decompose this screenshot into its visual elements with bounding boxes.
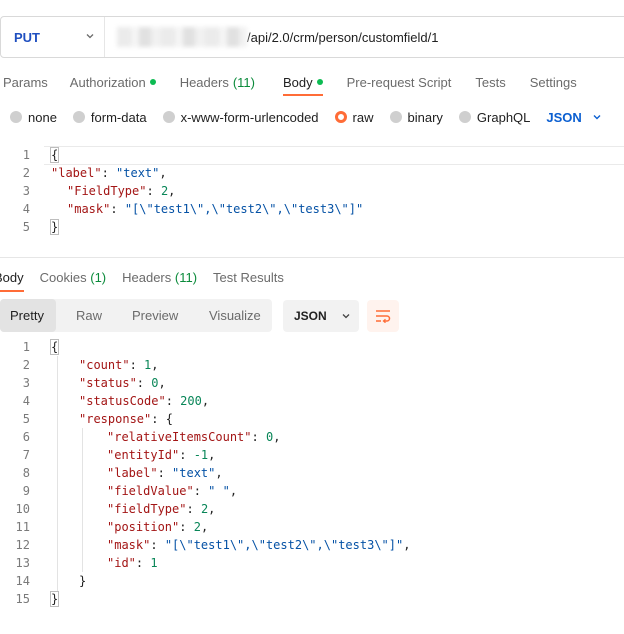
code-line: { bbox=[49, 147, 60, 163]
wrap-lines-button[interactable] bbox=[367, 300, 399, 332]
tab-response-body[interactable]: Body bbox=[0, 270, 24, 292]
code-line: "fieldValue": " ", bbox=[107, 484, 238, 498]
indent-guide bbox=[57, 356, 58, 592]
method-select[interactable]: PUT bbox=[1, 17, 105, 57]
radio-none[interactable]: none bbox=[10, 110, 57, 125]
line-number: 3 bbox=[22, 376, 30, 390]
tab-body[interactable]: Body bbox=[282, 75, 323, 96]
view-visualize[interactable]: Visualize bbox=[198, 299, 272, 332]
radio-circle bbox=[162, 111, 175, 123]
code-line: { bbox=[49, 339, 60, 355]
line-number: 4 bbox=[22, 394, 30, 408]
line-number: 2 bbox=[22, 358, 30, 372]
tab-tests[interactable]: Tests bbox=[475, 75, 505, 90]
view-mode-segmented: Pretty Raw Preview Visualize bbox=[0, 299, 272, 332]
code-line: "mask": "[\"test1\",\"test2\",\"test3\"]… bbox=[67, 202, 364, 216]
code-line: "statusCode": 200, bbox=[79, 394, 210, 408]
response-format-dropdown[interactable]: JSON bbox=[283, 300, 359, 332]
code-line: "response": { bbox=[79, 412, 173, 426]
tab-pre-request-script[interactable]: Pre-request Script bbox=[347, 75, 452, 90]
active-tab-underline bbox=[0, 289, 24, 292]
tab-params[interactable]: Params bbox=[3, 75, 48, 90]
radio-graphql[interactable]: GraphQL bbox=[458, 110, 530, 125]
tab-test-results[interactable]: Test Results bbox=[213, 270, 284, 285]
wrap-lines-icon bbox=[376, 310, 391, 323]
method-label: PUT bbox=[14, 29, 40, 45]
view-raw[interactable]: Raw bbox=[56, 299, 120, 332]
url-path: /api/2.0/crm/person/customfield/1 bbox=[247, 29, 439, 45]
url-bar: PUT /api/2.0/crm/person/customfield/1 bbox=[0, 16, 624, 58]
body-format-dropdown[interactable]: JSON bbox=[546, 110, 601, 125]
tab-cookies[interactable]: Cookies (1) bbox=[40, 270, 106, 285]
view-pretty[interactable]: Pretty bbox=[0, 299, 56, 332]
radio-circle bbox=[10, 111, 22, 123]
line-number: 5 bbox=[22, 412, 30, 426]
line-number: 7 bbox=[22, 448, 30, 462]
code-line: "FieldType": 2, bbox=[67, 184, 176, 198]
url-input[interactable]: /api/2.0/crm/person/customfield/1 bbox=[105, 27, 624, 47]
line-number: 8 bbox=[22, 466, 30, 480]
radio-circle bbox=[72, 111, 85, 123]
line-number: 6 bbox=[22, 430, 30, 444]
tab-settings[interactable]: Settings bbox=[530, 75, 577, 90]
code-line: } bbox=[79, 574, 87, 588]
line-number: 4 bbox=[22, 202, 30, 216]
pane-divider[interactable] bbox=[0, 257, 624, 258]
code-line: "count": 1, bbox=[79, 358, 159, 372]
radio-binary[interactable]: binary bbox=[389, 110, 443, 125]
code-line: "entityId": -1, bbox=[107, 448, 216, 462]
code-line: "id": 1 bbox=[107, 556, 158, 570]
line-number: 10 bbox=[15, 502, 30, 516]
code-line: "label": "text", bbox=[107, 466, 223, 480]
line-number: 3 bbox=[22, 184, 30, 198]
radio-form-data[interactable]: form-data bbox=[72, 110, 147, 125]
view-preview[interactable]: Preview bbox=[120, 299, 198, 332]
line-number: 1 bbox=[22, 148, 30, 162]
tab-response-headers[interactable]: Headers (11) bbox=[122, 270, 197, 285]
chevron-down-icon bbox=[593, 115, 601, 120]
indent-guide bbox=[82, 428, 83, 572]
status-dot bbox=[149, 79, 156, 85]
line-number: 15 bbox=[15, 592, 30, 606]
body-type-radios: none form-data x-www-form-urlencoded raw… bbox=[10, 108, 602, 126]
code-line: "fieldType": 2, bbox=[107, 502, 216, 516]
chevron-down-icon bbox=[342, 314, 350, 319]
radio-circle bbox=[458, 111, 471, 123]
radio-circle-selected bbox=[334, 111, 347, 123]
line-number: 12 bbox=[15, 538, 30, 552]
radio-circle bbox=[389, 111, 402, 123]
code-line: "label": "text", bbox=[51, 166, 167, 180]
code-line: "mask": "[\"test1\",\"test2\",\"test3\"]… bbox=[107, 538, 411, 552]
line-number: 13 bbox=[15, 556, 30, 570]
radio-raw[interactable]: raw bbox=[334, 110, 374, 125]
tab-headers[interactable]: Headers (11) bbox=[180, 75, 255, 90]
request-tabs: Params Authorization Headers (11) Body Pr… bbox=[0, 70, 577, 96]
status-dot bbox=[316, 79, 323, 85]
code-line: } bbox=[49, 591, 60, 607]
current-line-highlight bbox=[44, 146, 624, 165]
code-line: } bbox=[49, 219, 60, 235]
redacted-host bbox=[117, 27, 247, 47]
line-number: 5 bbox=[22, 220, 30, 234]
code-line: "position": 2, bbox=[107, 520, 209, 534]
line-number: 1 bbox=[22, 340, 30, 354]
line-number: 9 bbox=[22, 484, 30, 498]
chevron-down-icon bbox=[86, 34, 94, 39]
line-number: 11 bbox=[15, 520, 30, 534]
active-tab-underline bbox=[282, 93, 323, 96]
response-tabs: Body Cookies (1) Headers (11) Test Resul… bbox=[0, 267, 300, 292]
line-number: 2 bbox=[22, 166, 30, 180]
radio-x-www-form-urlencoded[interactable]: x-www-form-urlencoded bbox=[162, 110, 319, 125]
code-line: "relativeItemsCount": 0, bbox=[107, 430, 281, 444]
tab-authorization[interactable]: Authorization bbox=[70, 75, 156, 90]
code-line: "status": 0, bbox=[79, 376, 166, 390]
line-number: 14 bbox=[15, 574, 30, 588]
